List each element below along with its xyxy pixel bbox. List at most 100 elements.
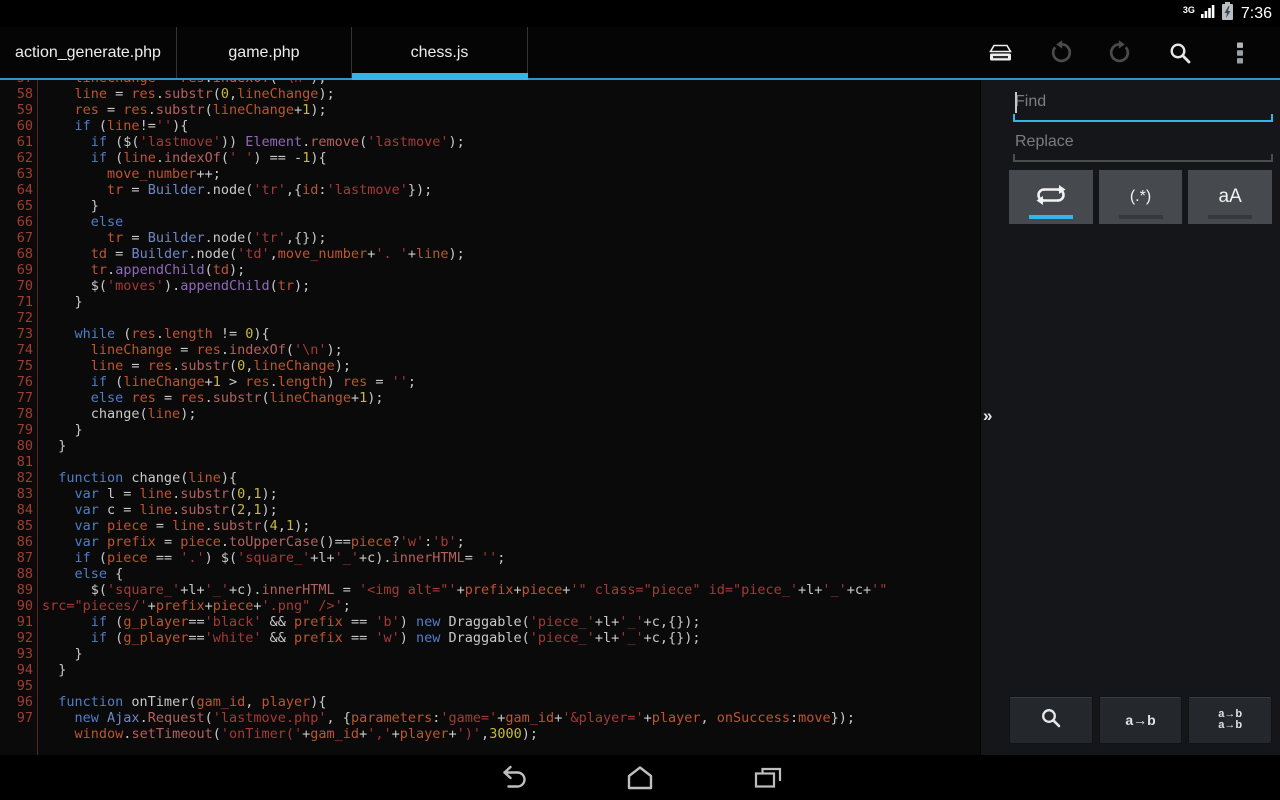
active-tab-underline [352, 73, 528, 80]
code-row: 78 change(line); [0, 406, 980, 422]
code-row: 85 var piece = line.substr(4,1); [0, 518, 980, 534]
tab-chess-js[interactable]: chess.js [352, 27, 528, 78]
code-row: 69 tr.appendChild(td); [0, 262, 980, 278]
find-next-button[interactable] [1009, 696, 1093, 744]
code-row: 58 line = res.substr(0,lineChange); [0, 86, 980, 102]
editor-toolbar [960, 27, 1280, 78]
code-row: 75 line = res.substr(0,lineChange); [0, 358, 980, 374]
line-number: 91 [0, 614, 37, 630]
regex-toggle[interactable]: (.*) [1099, 170, 1183, 224]
code-row: 68 td = Builder.node('td',move_number+'.… [0, 246, 980, 262]
match-case-toggle[interactable]: aA [1188, 170, 1272, 224]
replace-input[interactable] [1013, 128, 1277, 156]
line-number: 93 [0, 646, 37, 662]
line-number: 63 [0, 166, 37, 182]
line-number: 61 [0, 134, 37, 150]
find-replace-panel: (.*) aA » a→b a→b a→b [980, 80, 1280, 755]
battery-charging-icon [1221, 1, 1234, 26]
replace-button[interactable]: a→b [1099, 696, 1183, 744]
tab-action-generate-php[interactable]: action_generate.php [0, 27, 177, 78]
line-number: 58 [0, 86, 37, 102]
code-row: 60 if (line!=''){ [0, 118, 980, 134]
wrap-around-toggle[interactable] [1009, 170, 1093, 224]
redo-icon[interactable] [1100, 33, 1140, 73]
code-row: 72 [0, 310, 980, 326]
line-number: 72 [0, 310, 37, 326]
code-row: 71 } [0, 294, 980, 310]
toggle-indicator [1119, 215, 1163, 219]
android-nav-bar [0, 755, 1280, 800]
code-row: 89 $('square_'+l+'_'+c).innerHTML = '<im… [0, 582, 980, 598]
line-number: 86 [0, 534, 37, 550]
home-icon[interactable] [623, 763, 657, 793]
line-number: 74 [0, 342, 37, 358]
undo-icon[interactable] [1040, 33, 1080, 73]
line-number: 73 [0, 326, 37, 342]
chevron-right-icon: » [983, 406, 992, 426]
line-number: 90 [0, 598, 37, 614]
code-row: 88 else { [0, 566, 980, 582]
network-type-label: 3G [1183, 5, 1195, 15]
code-row: 83 var l = line.substr(0,1); [0, 486, 980, 502]
code-row: 90src="pieces/'+prefix+piece+'.png" />'; [0, 598, 980, 614]
search-icon[interactable] [1160, 33, 1200, 73]
code-row: 93 } [0, 646, 980, 662]
line-number: 88 [0, 566, 37, 582]
collapse-panel-handle[interactable]: » [983, 404, 1001, 428]
line-number: 59 [0, 102, 37, 118]
code-row: 92 if (g_player=='white' && prefix == 'w… [0, 630, 980, 646]
loop-icon [1032, 182, 1070, 213]
line-number: 92 [0, 630, 37, 646]
status-bar: 3G 7:36 [0, 0, 1280, 27]
code-row: window.setTimeout('onTimer('+gam_id+','+… [0, 726, 980, 742]
replace-field-wrap [1013, 128, 1273, 168]
line-number: 64 [0, 182, 37, 198]
replace-underline [1013, 160, 1273, 162]
code-row: 86 var prefix = piece.toUpperCase()==pie… [0, 534, 980, 550]
code-row: 61 if ($('lastmove')) Element.remove('la… [0, 134, 980, 150]
code-row: 79 } [0, 422, 980, 438]
line-number: 82 [0, 470, 37, 486]
code-row: 76 if (lineChange+1 > res.length) res = … [0, 374, 980, 390]
code-row: 66 else [0, 214, 980, 230]
code-editor[interactable]: 57 lineChange = res.indexOf('\n');58 lin… [0, 80, 980, 755]
clock: 7:36 [1239, 5, 1276, 23]
find-input[interactable] [1013, 88, 1277, 116]
gutter-separator [37, 80, 38, 755]
toggle-indicator [1029, 215, 1073, 219]
code-row: 91 if (g_player=='black' && prefix == 'b… [0, 614, 980, 630]
signal-strength-icon [1200, 3, 1216, 24]
replace-all-button[interactable]: a→b a→b [1188, 696, 1272, 744]
tab-game-php[interactable]: game.php [177, 27, 352, 78]
line-number: 85 [0, 518, 37, 534]
code-row: 95 [0, 678, 980, 694]
text-cursor [1015, 92, 1017, 113]
line-number: 66 [0, 214, 37, 230]
line-number: 65 [0, 198, 37, 214]
code-row: 67 tr = Builder.node('tr',{}); [0, 230, 980, 246]
line-number: 83 [0, 486, 37, 502]
find-actions-row: a→b a→b a→b [1009, 696, 1272, 744]
find-underline [1013, 120, 1273, 122]
overflow-menu-icon[interactable] [1220, 33, 1260, 73]
search-icon [1039, 706, 1063, 735]
line-number: 69 [0, 262, 37, 278]
line-number: 81 [0, 454, 37, 470]
line-number: 68 [0, 246, 37, 262]
line-number: 87 [0, 550, 37, 566]
save-icon[interactable] [980, 33, 1020, 73]
line-number: 94 [0, 662, 37, 678]
code-row: 77 else res = res.substr(lineChange+1); [0, 390, 980, 406]
line-number: 95 [0, 678, 37, 694]
line-number: 78 [0, 406, 37, 422]
line-number: 67 [0, 230, 37, 246]
line-number: 79 [0, 422, 37, 438]
code-row: 59 res = res.substr(lineChange+1); [0, 102, 980, 118]
toggle-indicator [1208, 215, 1252, 219]
line-number: 60 [0, 118, 37, 134]
back-icon[interactable] [495, 763, 529, 793]
recents-icon[interactable] [751, 763, 785, 793]
line-number: 96 [0, 694, 37, 710]
code-row: 80 } [0, 438, 980, 454]
code-row: 97 new Ajax.Request('lastmove.php', {par… [0, 710, 980, 726]
